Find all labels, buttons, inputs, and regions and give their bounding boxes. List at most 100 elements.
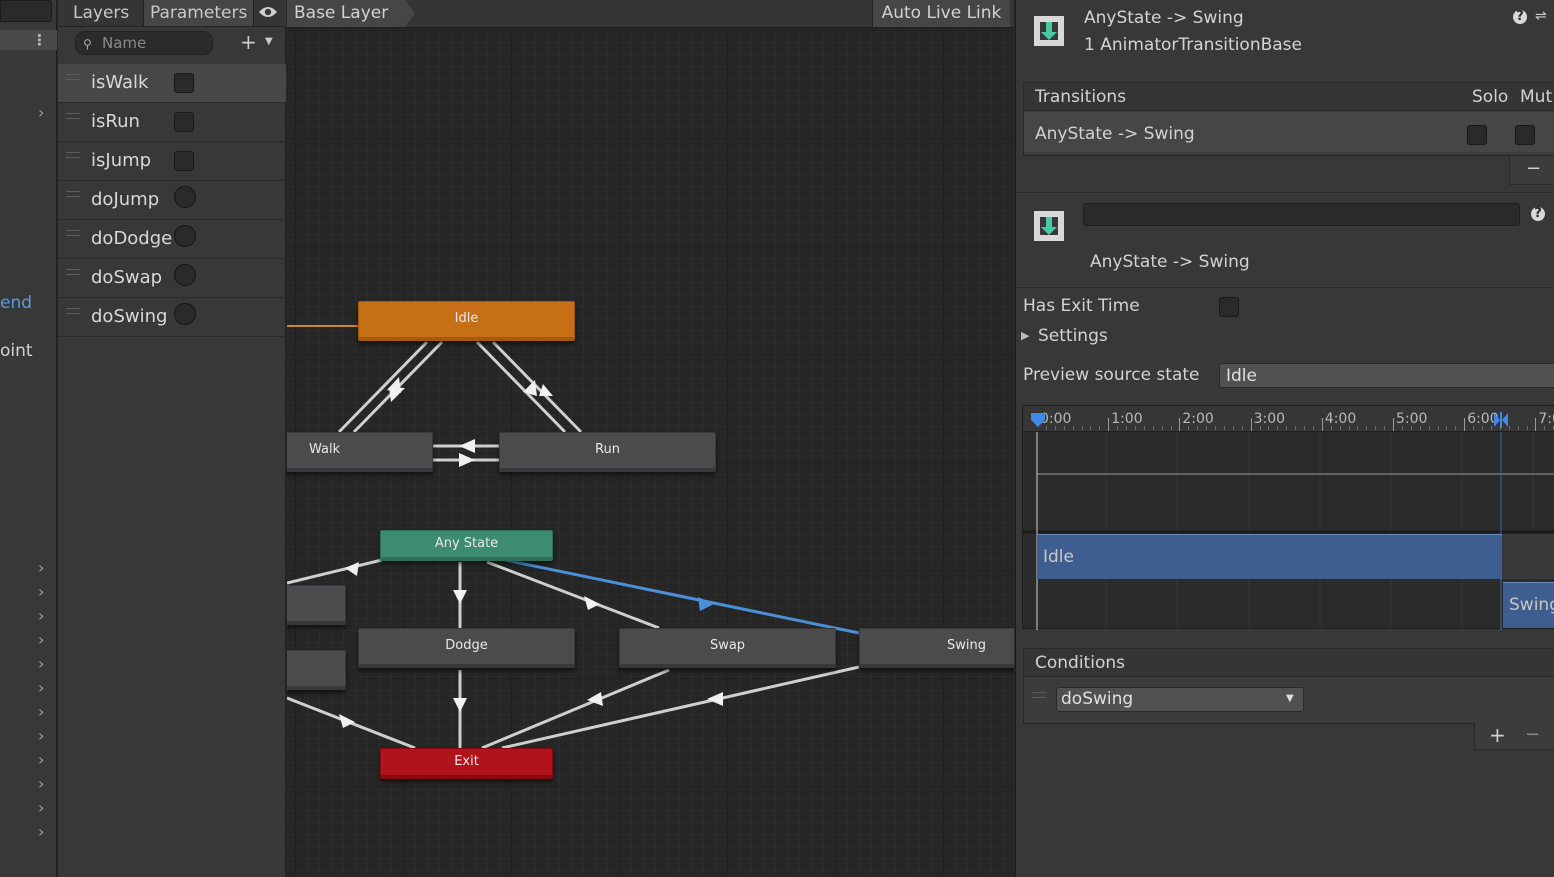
arrow-icon xyxy=(339,714,355,728)
transition-name-input[interactable] xyxy=(1083,203,1520,226)
foldout-arrow-icon[interactable]: ▶ xyxy=(1021,329,1029,342)
drag-handle-icon[interactable] xyxy=(66,74,80,80)
bool-checkbox[interactable] xyxy=(174,112,194,132)
transition-swap-exit[interactable] xyxy=(481,668,670,750)
chevron-right-icon[interactable]: › xyxy=(38,750,44,769)
parameter-name[interactable]: isJump xyxy=(91,150,151,171)
strip-link-2[interactable]: oint xyxy=(0,341,33,361)
chevron-right-icon[interactable]: › xyxy=(38,726,44,745)
condition-parameter-dropdown[interactable]: doSwing ▼ xyxy=(1056,687,1304,712)
preview-source-dropdown[interactable]: Idle xyxy=(1219,363,1554,388)
timeline-end-marker-icon[interactable] xyxy=(1492,411,1510,429)
conditions-header: Conditions xyxy=(1024,649,1554,677)
parameter-row[interactable]: isJump xyxy=(58,142,286,181)
parameter-row[interactable]: doSwap xyxy=(58,259,286,298)
mute-checkbox[interactable] xyxy=(1515,125,1535,145)
drag-handle-icon[interactable] xyxy=(66,308,80,314)
chevron-right-icon[interactable]: › xyxy=(38,774,44,793)
strip-selected-row[interactable] xyxy=(0,30,57,50)
state-node-dodge[interactable]: Dodge xyxy=(358,628,575,668)
drag-handle-icon[interactable] xyxy=(66,230,80,236)
timeline-start-marker-icon[interactable] xyxy=(1029,412,1047,428)
state-node-swap[interactable]: Swap xyxy=(619,628,836,668)
parameter-name[interactable]: isRun xyxy=(91,111,140,132)
kebab-menu-icon[interactable]: ⋮ xyxy=(32,31,47,49)
transition-swing-exit[interactable] xyxy=(501,665,860,750)
eye-icon[interactable] xyxy=(258,4,278,25)
tab-parameters[interactable]: Parameters xyxy=(143,0,255,26)
chevron-right-icon[interactable]: › xyxy=(38,702,44,721)
trigger-toggle[interactable] xyxy=(174,303,196,325)
state-node-offscreen-2[interactable] xyxy=(287,650,346,690)
breadcrumb-base-layer[interactable]: Base Layer xyxy=(287,0,415,27)
transition-any-swing-selected[interactable] xyxy=(504,558,860,635)
drag-handle-icon[interactable] xyxy=(66,269,80,275)
transition-timeline[interactable]: 0:001:002:003:004:005:006:007:0 Idle xyxy=(1022,405,1554,630)
parameter-row[interactable]: isRun xyxy=(58,103,286,142)
transition-row[interactable]: AnyState -> Swing xyxy=(1024,112,1554,152)
hierarchy-strip: ⋮ › end oint › › › › › › › › › › › › xyxy=(0,0,57,877)
search-input[interactable]: ⚲ Name xyxy=(75,31,213,55)
trigger-toggle[interactable] xyxy=(174,225,196,247)
transition-idle-walk[interactable] xyxy=(337,340,429,434)
transition-run-idle[interactable] xyxy=(491,340,583,434)
bool-checkbox[interactable] xyxy=(174,151,194,171)
chevron-right-icon[interactable]: › xyxy=(38,630,44,649)
timeline-swing-bar[interactable]: Swing xyxy=(1503,582,1554,628)
has-exit-time-checkbox[interactable] xyxy=(1219,297,1239,317)
settings-slider-icon[interactable]: ⇌ xyxy=(1535,8,1547,24)
timeline-idle-bar[interactable]: Idle xyxy=(1037,534,1502,579)
parameter-row[interactable]: doJump xyxy=(58,181,286,220)
transition-idle-run[interactable] xyxy=(475,340,567,434)
state-node-offscreen-1[interactable] xyxy=(287,585,346,625)
parameter-name[interactable]: doSwap xyxy=(91,267,162,288)
state-node-any-state[interactable]: Any State xyxy=(380,530,553,561)
strip-field[interactable] xyxy=(0,0,52,22)
trigger-toggle[interactable] xyxy=(174,264,196,286)
chevron-right-icon[interactable]: › xyxy=(38,654,44,673)
chevron-right-icon[interactable]: › xyxy=(38,558,44,577)
preview-source-value: Idle xyxy=(1226,366,1257,386)
state-node-swing[interactable]: Swing xyxy=(859,628,1014,668)
trigger-toggle[interactable] xyxy=(174,186,196,208)
timeline-tick-mark xyxy=(1393,418,1394,431)
solo-checkbox[interactable] xyxy=(1467,125,1487,145)
help-icon[interactable]: ? xyxy=(1513,10,1527,24)
transition-any-swap[interactable] xyxy=(486,560,660,630)
chevron-right-icon[interactable]: › xyxy=(38,582,44,601)
transition-any-left[interactable] xyxy=(287,558,383,585)
drag-handle-icon[interactable] xyxy=(1032,692,1046,698)
chevron-right-icon[interactable]: › xyxy=(38,798,44,817)
state-node-run[interactable]: Run xyxy=(499,432,716,472)
add-condition-button[interactable]: + xyxy=(1489,723,1506,747)
auto-live-link-button[interactable]: Auto Live Link xyxy=(872,0,1010,27)
parameter-name[interactable]: isWalk xyxy=(91,72,148,93)
parameter-name[interactable]: doJump xyxy=(91,189,159,210)
parameter-name[interactable]: doDodge xyxy=(91,228,172,249)
chevron-right-icon[interactable]: › xyxy=(38,822,44,841)
tab-layers[interactable]: Layers xyxy=(67,0,135,26)
bool-checkbox[interactable] xyxy=(174,73,194,93)
drag-handle-icon[interactable] xyxy=(66,191,80,197)
add-parameter-button[interactable]: + xyxy=(240,30,257,54)
parameter-name[interactable]: doSwing xyxy=(91,306,167,327)
parameter-row[interactable]: doDodge xyxy=(58,220,286,259)
drag-handle-icon[interactable] xyxy=(66,152,80,158)
parameter-row[interactable]: doSwing xyxy=(58,298,286,337)
drag-handle-icon[interactable] xyxy=(66,113,80,119)
remove-transition-button[interactable]: − xyxy=(1526,158,1541,179)
remove-condition-button[interactable]: − xyxy=(1525,724,1540,745)
state-node-walk[interactable]: Walk xyxy=(287,432,433,472)
help-icon[interactable]: ? xyxy=(1531,207,1545,221)
strip-link-1[interactable]: end xyxy=(0,293,32,313)
chevron-right-icon[interactable]: › xyxy=(38,678,44,697)
chevron-right-icon[interactable]: › xyxy=(38,103,44,122)
state-machine-graph[interactable]: Base Layer Auto Live Link Idle Walk Run … xyxy=(287,0,1014,877)
state-node-exit[interactable]: Exit xyxy=(380,748,553,779)
timeline-minor-tick xyxy=(1437,426,1439,430)
parameter-row[interactable]: isWalk xyxy=(58,64,286,103)
settings-foldout[interactable]: Settings xyxy=(1038,326,1108,346)
state-node-idle[interactable]: Idle xyxy=(358,301,575,341)
chevron-right-icon[interactable]: › xyxy=(38,606,44,625)
chevron-down-icon[interactable]: ▼ xyxy=(265,36,273,47)
